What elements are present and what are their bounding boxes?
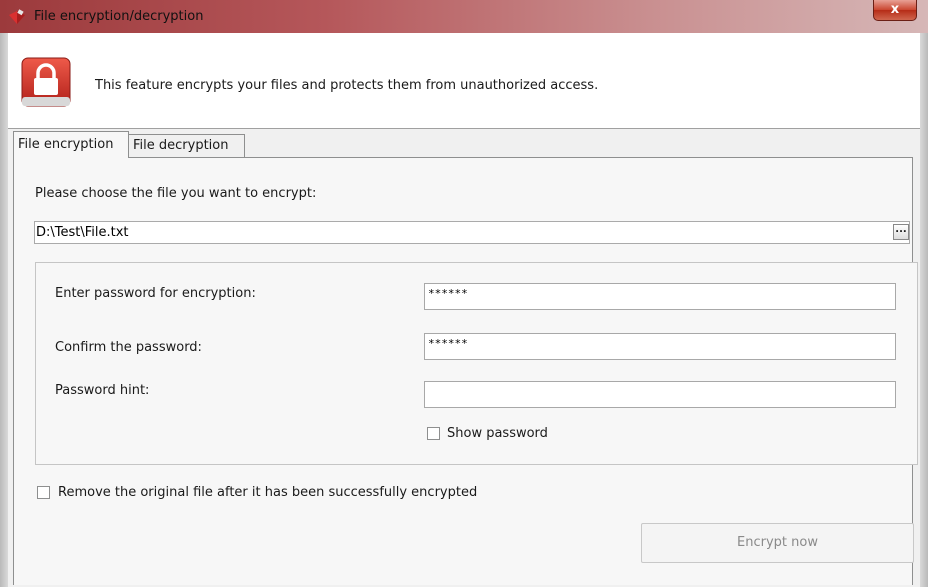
window-title: File encryption/decryption xyxy=(34,9,204,24)
encrypt-now-button[interactable]: Encrypt now xyxy=(641,523,914,563)
app-icon xyxy=(9,9,25,24)
feature-header: This feature encrypts your files and pro… xyxy=(8,33,920,129)
browse-button[interactable]: ... xyxy=(893,224,909,240)
password-input[interactable]: ****** xyxy=(424,283,896,310)
password-hint-label: Password hint: xyxy=(55,383,150,398)
lock-icon xyxy=(21,57,71,107)
file-path-input[interactable]: D:\Test\File.txt xyxy=(34,221,910,244)
choose-file-label: Please choose the file you want to encry… xyxy=(35,186,317,201)
close-button[interactable]: x xyxy=(873,0,917,21)
title-bar[interactable]: File encryption/decryption x xyxy=(0,0,928,33)
show-password-checkbox[interactable] xyxy=(427,427,440,440)
tab-file-encryption[interactable]: File encryption xyxy=(13,131,129,158)
remove-original-checkbox[interactable] xyxy=(37,486,50,499)
window-frame-left xyxy=(0,33,8,587)
confirm-password-label: Confirm the password: xyxy=(55,340,202,355)
window-frame-right xyxy=(920,33,928,587)
confirm-password-input[interactable]: ****** xyxy=(424,333,896,360)
feature-description: This feature encrypts your files and pro… xyxy=(95,78,599,93)
show-password-label: Show password xyxy=(447,426,548,441)
password-label: Enter password for encryption: xyxy=(55,286,256,301)
tab-file-decryption[interactable]: File decryption xyxy=(129,134,245,158)
remove-original-label: Remove the original file after it has be… xyxy=(58,485,478,500)
password-hint-input[interactable] xyxy=(424,381,896,408)
